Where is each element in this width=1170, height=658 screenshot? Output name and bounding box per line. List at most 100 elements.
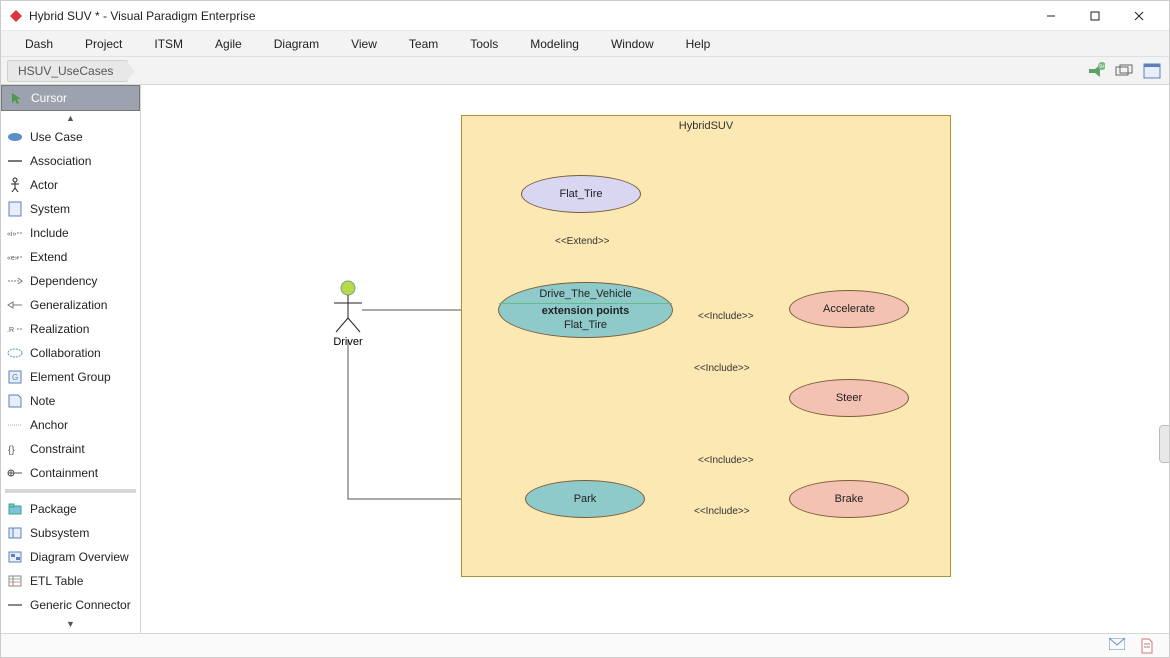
palette-collaboration[interactable]: Collaboration: [1, 341, 140, 365]
palette-note[interactable]: Note: [1, 389, 140, 413]
menu-diagram[interactable]: Diagram: [258, 33, 335, 55]
usecase-label: Drive_The_Vehicle: [539, 288, 631, 301]
palette-actor[interactable]: Actor: [1, 173, 140, 197]
extension-points-header: extension points: [499, 303, 672, 318]
usecase-steer[interactable]: Steer: [789, 379, 909, 417]
usecase-label: Park: [574, 493, 597, 505]
palette-generalization[interactable]: Generalization: [1, 293, 140, 317]
menubar: Dash Project ITSM Agile Diagram View Tea…: [1, 31, 1169, 57]
actor-driver[interactable]: Driver: [331, 280, 365, 348]
actor-label: Driver: [331, 336, 365, 348]
breadcrumb-tab[interactable]: HSUV_UseCases: [7, 60, 128, 82]
palette-label: Containment: [30, 466, 98, 480]
usecase-flat-tire[interactable]: Flat_Tire: [521, 175, 641, 213]
window-minimize-button[interactable]: [1029, 2, 1073, 30]
palette-realization[interactable]: .R Realization: [1, 317, 140, 341]
label-include-steer[interactable]: <<Include>>: [694, 363, 750, 374]
palette-label: Anchor: [30, 418, 68, 432]
actor-icon: [7, 177, 23, 193]
palette-label: Realization: [30, 322, 89, 336]
extension-point-name: Flat_Tire: [564, 319, 607, 332]
label-include-accelerate[interactable]: <<Include>>: [698, 311, 754, 322]
menu-view[interactable]: View: [335, 33, 393, 55]
palette-package[interactable]: Package: [1, 497, 140, 521]
overview-icon: [7, 549, 23, 565]
menu-window[interactable]: Window: [595, 33, 670, 55]
palette-etltable[interactable]: ETL Table: [1, 569, 140, 593]
palette-label: Generic Connector: [30, 598, 131, 612]
palette-association[interactable]: Association: [1, 149, 140, 173]
usecase-accelerate[interactable]: Accelerate: [789, 290, 909, 328]
etltable-icon: [7, 573, 23, 589]
cursor-icon: [8, 90, 24, 106]
usecase-park[interactable]: Park: [525, 480, 645, 518]
note-icon: [7, 393, 23, 409]
palette-dependency[interactable]: Dependency: [1, 269, 140, 293]
usecase-label: Steer: [836, 392, 862, 404]
app-logo-icon: [9, 9, 23, 23]
label-include-brake[interactable]: <<Include>>: [698, 455, 754, 466]
palette-label: Subsystem: [30, 526, 89, 540]
window-close-button[interactable]: [1117, 2, 1161, 30]
menu-tools[interactable]: Tools: [454, 33, 514, 55]
palette-constraint[interactable]: {}Constraint: [1, 437, 140, 461]
palette-label: Package: [30, 502, 77, 516]
mail-icon[interactable]: [1109, 638, 1125, 654]
menu-help[interactable]: Help: [670, 33, 727, 55]
svg-text:.R: .R: [7, 327, 14, 334]
containment-icon: [7, 465, 23, 481]
constraint-icon: {}: [7, 441, 23, 457]
palette-label: System: [30, 202, 70, 216]
document-icon[interactable]: [1141, 638, 1157, 654]
genericconn-icon: [7, 597, 23, 613]
palette-extend[interactable]: «e»Extend: [1, 245, 140, 269]
palette-overview[interactable]: Diagram Overview: [1, 545, 140, 569]
usecase-drive-vehicle[interactable]: Drive_The_Vehicle extension points Flat_…: [498, 282, 673, 338]
system-label: HybridSUV: [679, 120, 733, 132]
palette-genericconn[interactable]: Generic Connector: [1, 593, 140, 617]
palette-label: Association: [30, 154, 91, 168]
label-extend[interactable]: <<Extend>>: [555, 236, 610, 247]
palette-cursor[interactable]: Cursor: [1, 85, 140, 111]
panel-icon[interactable]: [1143, 62, 1161, 80]
palette-include[interactable]: «i»Include: [1, 221, 140, 245]
announce-icon[interactable]: 9+: [1087, 62, 1105, 80]
palette-separator: [5, 489, 136, 493]
menu-project[interactable]: Project: [69, 33, 138, 55]
palette-anchor[interactable]: Anchor: [1, 413, 140, 437]
menu-agile[interactable]: Agile: [199, 33, 258, 55]
palette-elementgroup[interactable]: GElement Group: [1, 365, 140, 389]
statusbar: [1, 633, 1169, 657]
palette-system[interactable]: System: [1, 197, 140, 221]
usecase-label: Accelerate: [823, 303, 875, 315]
palette-subsystem[interactable]: Subsystem: [1, 521, 140, 545]
format-icon[interactable]: [1115, 62, 1133, 80]
window-maximize-button[interactable]: [1073, 2, 1117, 30]
palette-label: Cursor: [31, 91, 67, 105]
palette-label: Use Case: [30, 130, 83, 144]
palette-scroll-down[interactable]: ▼: [1, 617, 140, 631]
palette-label: Note: [30, 394, 55, 408]
label-include-park-brake[interactable]: <<Include>>: [694, 506, 750, 517]
package-icon: [7, 501, 23, 517]
diagram-canvas[interactable]: HybridSUV Flat_Tire Drive_The_Vehicle ex…: [141, 85, 1169, 633]
breadcrumb-bar: HSUV_UseCases 9+: [1, 57, 1169, 85]
window-title: Hybrid SUV * - Visual Paradigm Enterpris…: [29, 9, 1029, 23]
svg-text:«e»: «e»: [7, 255, 19, 262]
palette-containment[interactable]: Containment: [1, 461, 140, 485]
menu-itsm[interactable]: ITSM: [138, 33, 199, 55]
menu-dash[interactable]: Dash: [9, 33, 69, 55]
usecase-label: Flat_Tire: [560, 188, 603, 200]
svg-text:G: G: [12, 373, 18, 382]
usecase-label: Brake: [835, 493, 864, 505]
menu-modeling[interactable]: Modeling: [514, 33, 595, 55]
anchor-icon: [7, 417, 23, 433]
side-panel-handle[interactable]: [1159, 425, 1169, 463]
usecase-brake[interactable]: Brake: [789, 480, 909, 518]
collaboration-icon: [7, 345, 23, 361]
menu-team[interactable]: Team: [393, 33, 454, 55]
system-icon: [7, 201, 23, 217]
generalization-icon: [7, 297, 23, 313]
palette-scroll-up[interactable]: ▲: [1, 111, 140, 125]
palette-usecase[interactable]: Use Case: [1, 125, 140, 149]
